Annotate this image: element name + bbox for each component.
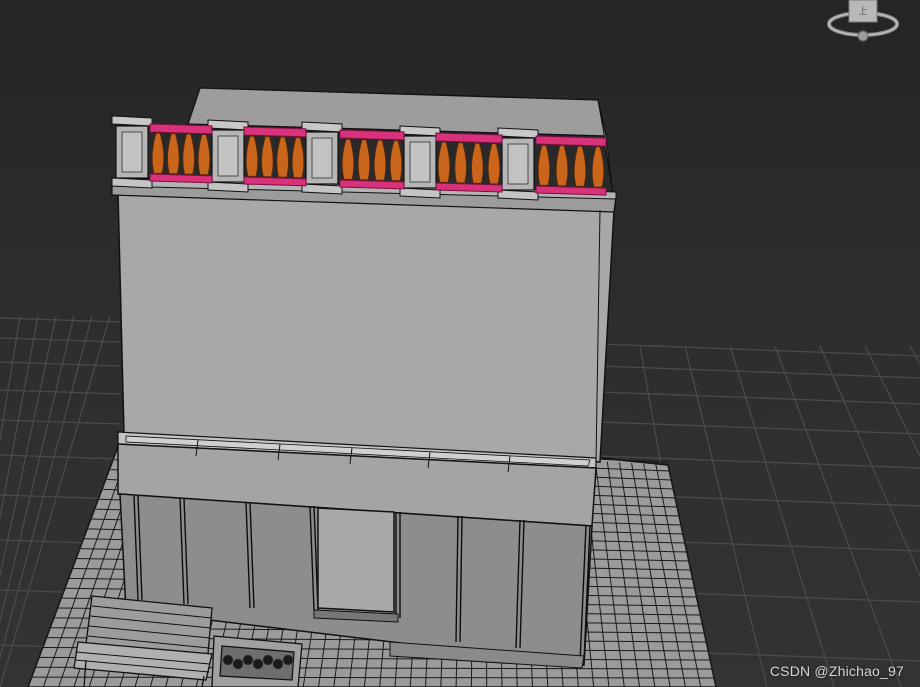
viewcube-compass-icon[interactable]: 上 xyxy=(826,0,906,46)
baluster xyxy=(341,138,355,180)
baluster xyxy=(291,137,305,179)
baluster xyxy=(245,135,259,177)
baluster xyxy=(537,144,551,186)
baluster xyxy=(471,142,484,184)
parapet-pier xyxy=(497,127,539,201)
selected-rail-segment[interactable] xyxy=(243,126,307,187)
baluster xyxy=(151,132,165,174)
baluster xyxy=(555,145,569,187)
planter xyxy=(211,635,303,687)
baluster xyxy=(389,140,403,182)
watermark-text: CSDN @Zhichao_97 xyxy=(769,663,904,679)
parapet-pier xyxy=(207,119,249,193)
baluster xyxy=(373,139,387,181)
shrub xyxy=(252,658,264,670)
baluster xyxy=(591,146,605,188)
baluster xyxy=(437,141,451,183)
selected-rail-segment[interactable] xyxy=(339,129,405,190)
entrance-door xyxy=(317,507,395,613)
shrub xyxy=(262,654,274,666)
baluster xyxy=(197,134,211,176)
shrub xyxy=(282,654,294,666)
parapet-pier xyxy=(111,115,153,189)
viewport-scene xyxy=(0,87,920,687)
shrub xyxy=(272,658,284,670)
selected-rail-segment[interactable] xyxy=(535,135,607,196)
shrub xyxy=(242,654,254,666)
baluster xyxy=(454,142,467,184)
selected-rail-segment[interactable] xyxy=(435,132,503,193)
baluster xyxy=(182,133,195,175)
parapet-pier xyxy=(301,121,343,195)
baluster xyxy=(573,145,587,187)
svg-text:上: 上 xyxy=(858,6,867,16)
baluster xyxy=(167,133,180,175)
baluster xyxy=(261,136,274,178)
parapet-pier xyxy=(399,125,441,199)
baluster xyxy=(276,136,289,178)
shrub xyxy=(232,658,244,670)
selected-rail-segment[interactable] xyxy=(149,123,213,184)
3d-viewport[interactable]: 上 CSDN @Zhichao_97 xyxy=(0,0,920,687)
building-wall xyxy=(111,179,617,463)
baluster xyxy=(487,143,501,185)
baluster xyxy=(357,139,371,181)
shrub xyxy=(222,654,234,666)
